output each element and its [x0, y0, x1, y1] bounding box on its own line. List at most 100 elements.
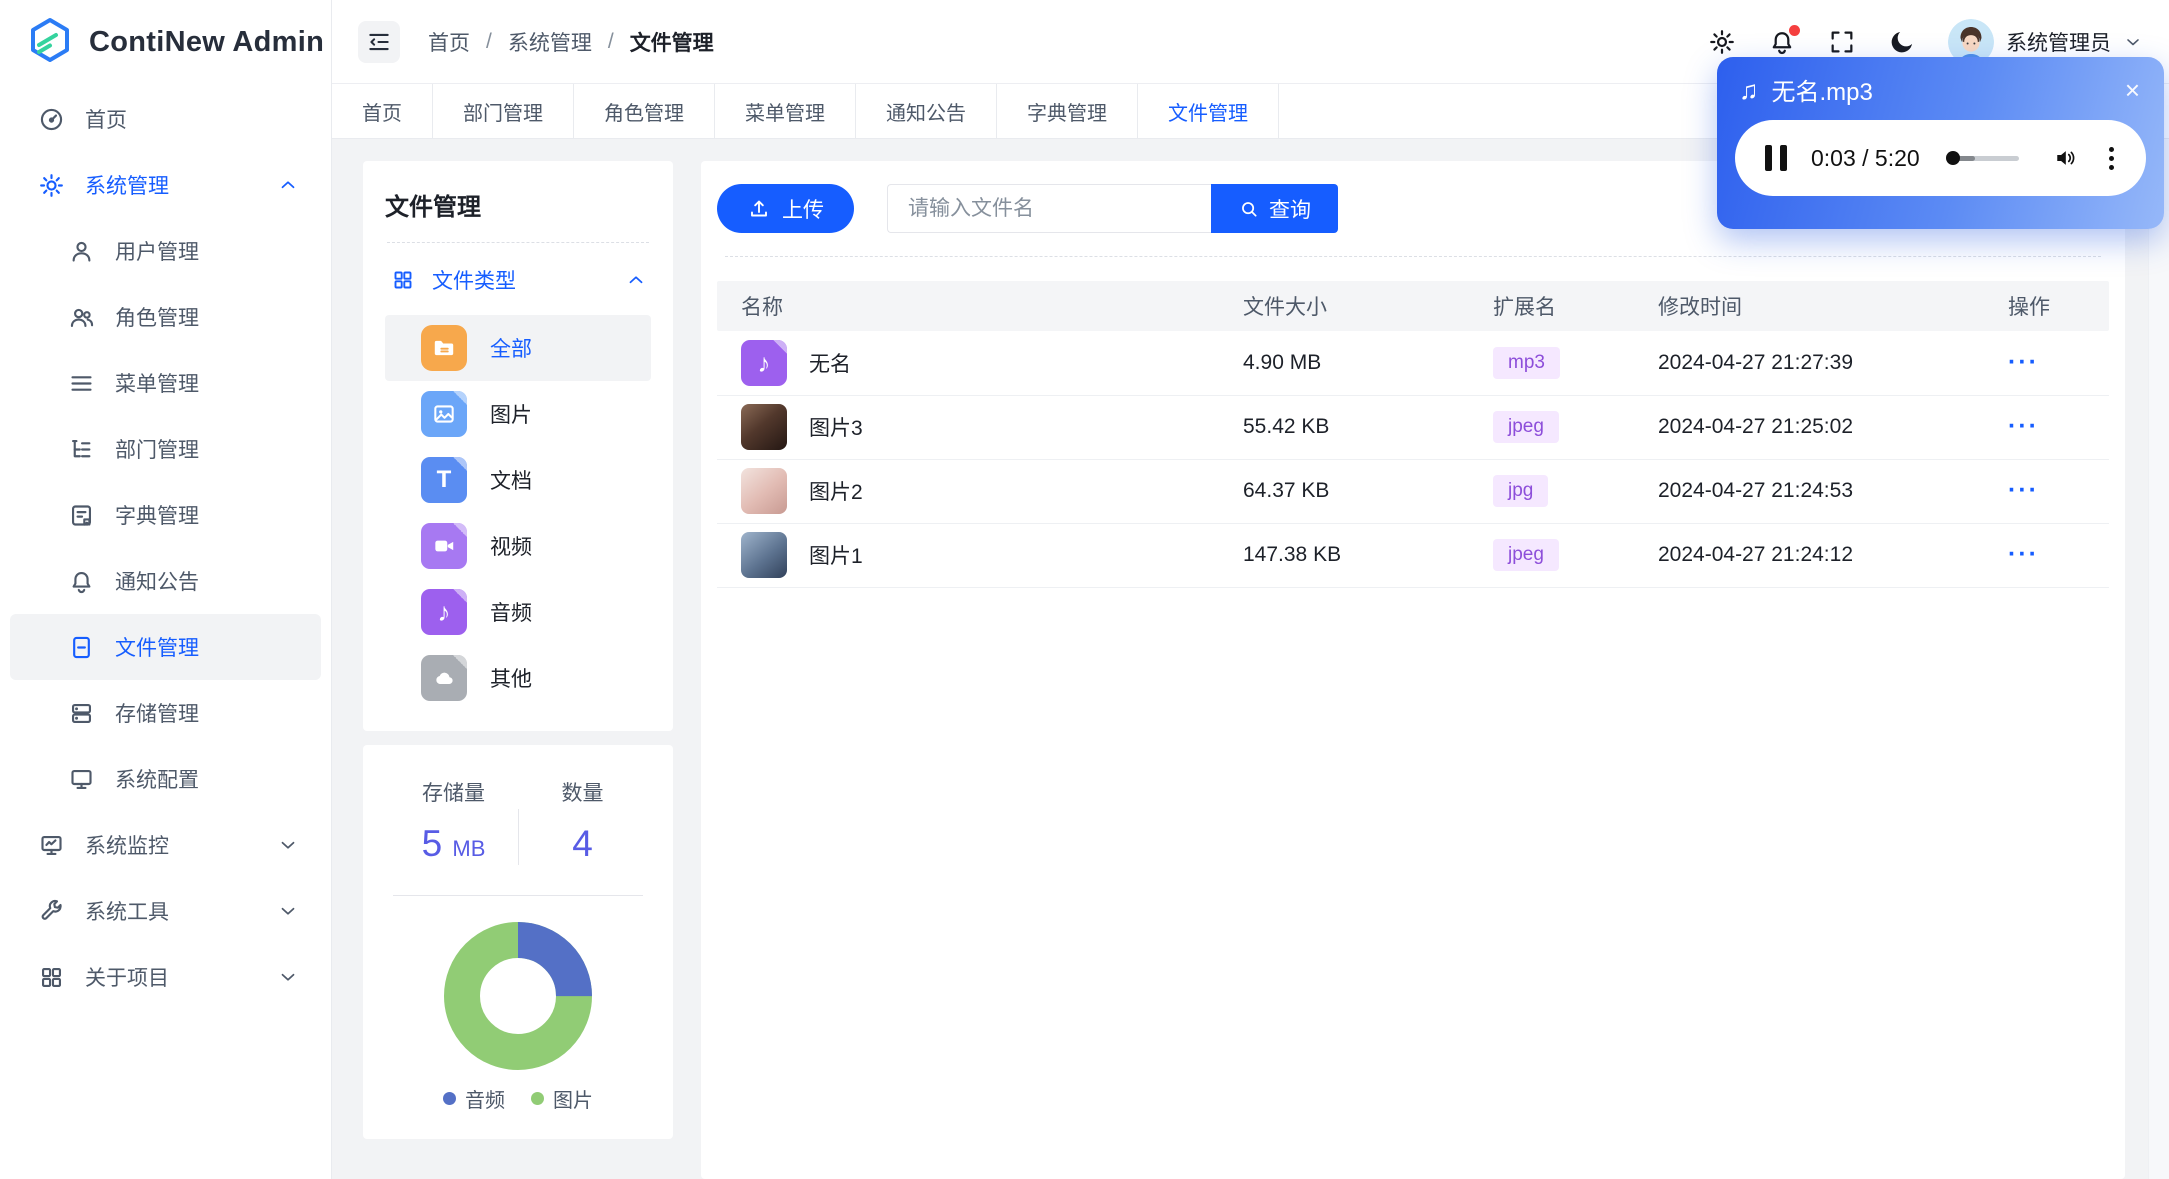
- sidebar-item-label: 首页: [85, 109, 127, 132]
- stat-count-label: 数量: [561, 782, 604, 805]
- sidebar-item-home[interactable]: 首页: [10, 86, 321, 152]
- sidebar: ContiNew Admin 首页 系统管理 用户管理 角色管理 菜单管理 部门…: [0, 0, 332, 1179]
- slider-thumb[interactable]: [1946, 151, 1961, 165]
- upload-button[interactable]: 上传: [717, 184, 854, 233]
- tab-home[interactable]: 首页: [332, 84, 433, 138]
- row-actions-button[interactable]: ···: [2008, 476, 2039, 504]
- users-icon: [68, 304, 95, 331]
- search-group: 查询: [887, 184, 1338, 233]
- sidebar-item-dictionary-management[interactable]: 字典管理: [10, 482, 321, 548]
- donut-chart-svg: [444, 922, 592, 1070]
- sidebar-item-system-management[interactable]: 系统管理: [10, 152, 321, 218]
- file-size: 147.38 KB: [1219, 523, 1469, 588]
- settings-icon[interactable]: [1708, 28, 1736, 56]
- file-video-icon: [421, 523, 467, 569]
- logo-row[interactable]: ContiNew Admin: [0, 0, 331, 84]
- tab-notice[interactable]: 通知公告: [856, 84, 997, 138]
- breadcrumb-home[interactable]: 首页: [428, 27, 470, 57]
- audio-time: 0:03 / 5:20: [1811, 144, 1920, 171]
- audio-player-popup: ♫ 无名.mp3 × 0:03 / 5:20: [1717, 57, 2164, 229]
- volume-icon[interactable]: [2053, 143, 2079, 173]
- query-button[interactable]: 查询: [1211, 184, 1338, 233]
- tab-role[interactable]: 角色管理: [574, 84, 715, 138]
- panel-title: 文件管理: [385, 194, 481, 221]
- legend-dot-blue: [443, 1092, 456, 1105]
- sidebar-item-label: 通知公告: [115, 571, 199, 594]
- tab-dictionary[interactable]: 字典管理: [997, 84, 1138, 138]
- monitor-icon: [68, 766, 95, 793]
- sidebar-item-label: 系统监控: [85, 835, 169, 858]
- file-name: 无名: [809, 352, 851, 376]
- sidebar-item-system-tools[interactable]: 系统工具: [10, 878, 321, 944]
- search-input[interactable]: [887, 184, 1211, 233]
- stat-storage: 存储量 5 MB: [389, 777, 518, 865]
- tree-item-all[interactable]: 全部: [385, 315, 651, 381]
- tree-item-video[interactable]: 视频: [385, 513, 651, 579]
- app-title: ContiNew Admin: [89, 25, 325, 58]
- content-area: 文件管理 文件类型 全部 图片 T 文档 视频 ♪ 音频 其他 存储量 5 MB…: [332, 139, 2169, 1179]
- chevron-up-icon[interactable]: [625, 269, 647, 291]
- audio-player-header: ♫ 无名.mp3 ×: [1717, 57, 2164, 107]
- tree-item-label: 图片: [490, 404, 532, 427]
- tree-item-label: 全部: [490, 338, 532, 361]
- sidebar-collapse-button[interactable]: [358, 20, 400, 63]
- sidebar-item-notice[interactable]: 通知公告: [10, 548, 321, 614]
- app-logo-icon: [26, 16, 74, 69]
- sidebar-item-role-management[interactable]: 角色管理: [10, 284, 321, 350]
- breadcrumb-system[interactable]: 系统管理: [508, 27, 592, 57]
- close-icon[interactable]: ×: [2125, 77, 2140, 103]
- tree-item-image[interactable]: 图片: [385, 381, 651, 447]
- dashboard-icon: [38, 106, 65, 133]
- file-time: 2024-04-27 21:25:02: [1634, 395, 1984, 460]
- photo-thumbnail: [741, 404, 787, 450]
- sidebar-item-label: 字典管理: [115, 505, 199, 528]
- table-row: 图片3 55.42 KB jpeg 2024-04-27 21:25:02 ··…: [717, 395, 2109, 460]
- table-header-row: 名称 文件大小 扩展名 修改时间 操作: [717, 281, 2109, 331]
- dark-mode-moon-icon[interactable]: [1888, 28, 1916, 56]
- file-name: 图片1: [809, 545, 863, 568]
- row-actions-button[interactable]: ···: [2008, 540, 2039, 568]
- sidebar-item-storage-management[interactable]: 存储管理: [10, 680, 321, 746]
- breadcrumb: 首页 / 系统管理 / 文件管理: [428, 27, 714, 57]
- ext-badge: jpg: [1493, 475, 1549, 507]
- file-type-section-header[interactable]: 文件类型: [385, 265, 651, 295]
- tab-department[interactable]: 部门管理: [433, 84, 574, 138]
- divider: [725, 256, 2101, 257]
- sidebar-item-menu-management[interactable]: 菜单管理: [10, 350, 321, 416]
- tree-item-document[interactable]: T 文档: [385, 447, 651, 513]
- audio-file-icon: ♪: [741, 339, 787, 386]
- sidebar-item-file-management[interactable]: 文件管理: [10, 614, 321, 680]
- breadcrumb-separator: /: [486, 29, 492, 53]
- tab-menu[interactable]: 菜单管理: [715, 84, 856, 138]
- tree-item-other[interactable]: 其他: [385, 645, 651, 711]
- overflow-menu-icon[interactable]: [2109, 146, 2114, 170]
- tree-item-audio[interactable]: ♪ 音频: [385, 579, 651, 645]
- legend-image: 图片: [531, 1084, 593, 1113]
- pause-button[interactable]: [1765, 145, 1787, 171]
- sidebar-item-department-management[interactable]: 部门管理: [10, 416, 321, 482]
- ext-badge: mp3: [1493, 346, 1560, 379]
- user-name: 系统管理员: [2006, 31, 2111, 55]
- app-window: ContiNew Admin 首页 系统管理 用户管理 角色管理 菜单管理 部门…: [0, 0, 2169, 1179]
- table-row: 图片1 147.38 KB jpeg 2024-04-27 21:24:12 ·…: [717, 523, 2109, 588]
- stat-storage-value: 5 MB: [421, 823, 486, 864]
- row-actions-button[interactable]: ···: [2008, 348, 2039, 376]
- audio-progress-slider[interactable]: [1946, 151, 2020, 165]
- file-audio-icon: ♪: [421, 589, 467, 635]
- sidebar-item-label: 系统管理: [85, 175, 169, 198]
- sidebar-item-label: 角色管理: [115, 307, 199, 330]
- sidebar-item-system-config[interactable]: 系统配置: [10, 746, 321, 812]
- scrollbar[interactable]: [2148, 139, 2169, 1179]
- stat-count: 数量 4: [518, 777, 647, 865]
- notification-dot: [1789, 24, 1800, 36]
- sidebar-item-about-project[interactable]: 关于项目: [10, 944, 321, 1010]
- notification-bell-icon[interactable]: [1768, 24, 1800, 56]
- fullscreen-icon[interactable]: [1828, 28, 1856, 56]
- sidebar-item-user-management[interactable]: 用户管理: [10, 218, 321, 284]
- col-time: 修改时间: [1634, 281, 1984, 331]
- file-type-tree: 全部 图片 T 文档 视频 ♪ 音频 其他: [385, 315, 651, 711]
- row-actions-button[interactable]: ···: [2008, 412, 2039, 440]
- tab-file-management[interactable]: 文件管理: [1138, 84, 1279, 138]
- sidebar-item-label: 部门管理: [115, 439, 199, 462]
- sidebar-item-system-monitor[interactable]: 系统监控: [10, 812, 321, 878]
